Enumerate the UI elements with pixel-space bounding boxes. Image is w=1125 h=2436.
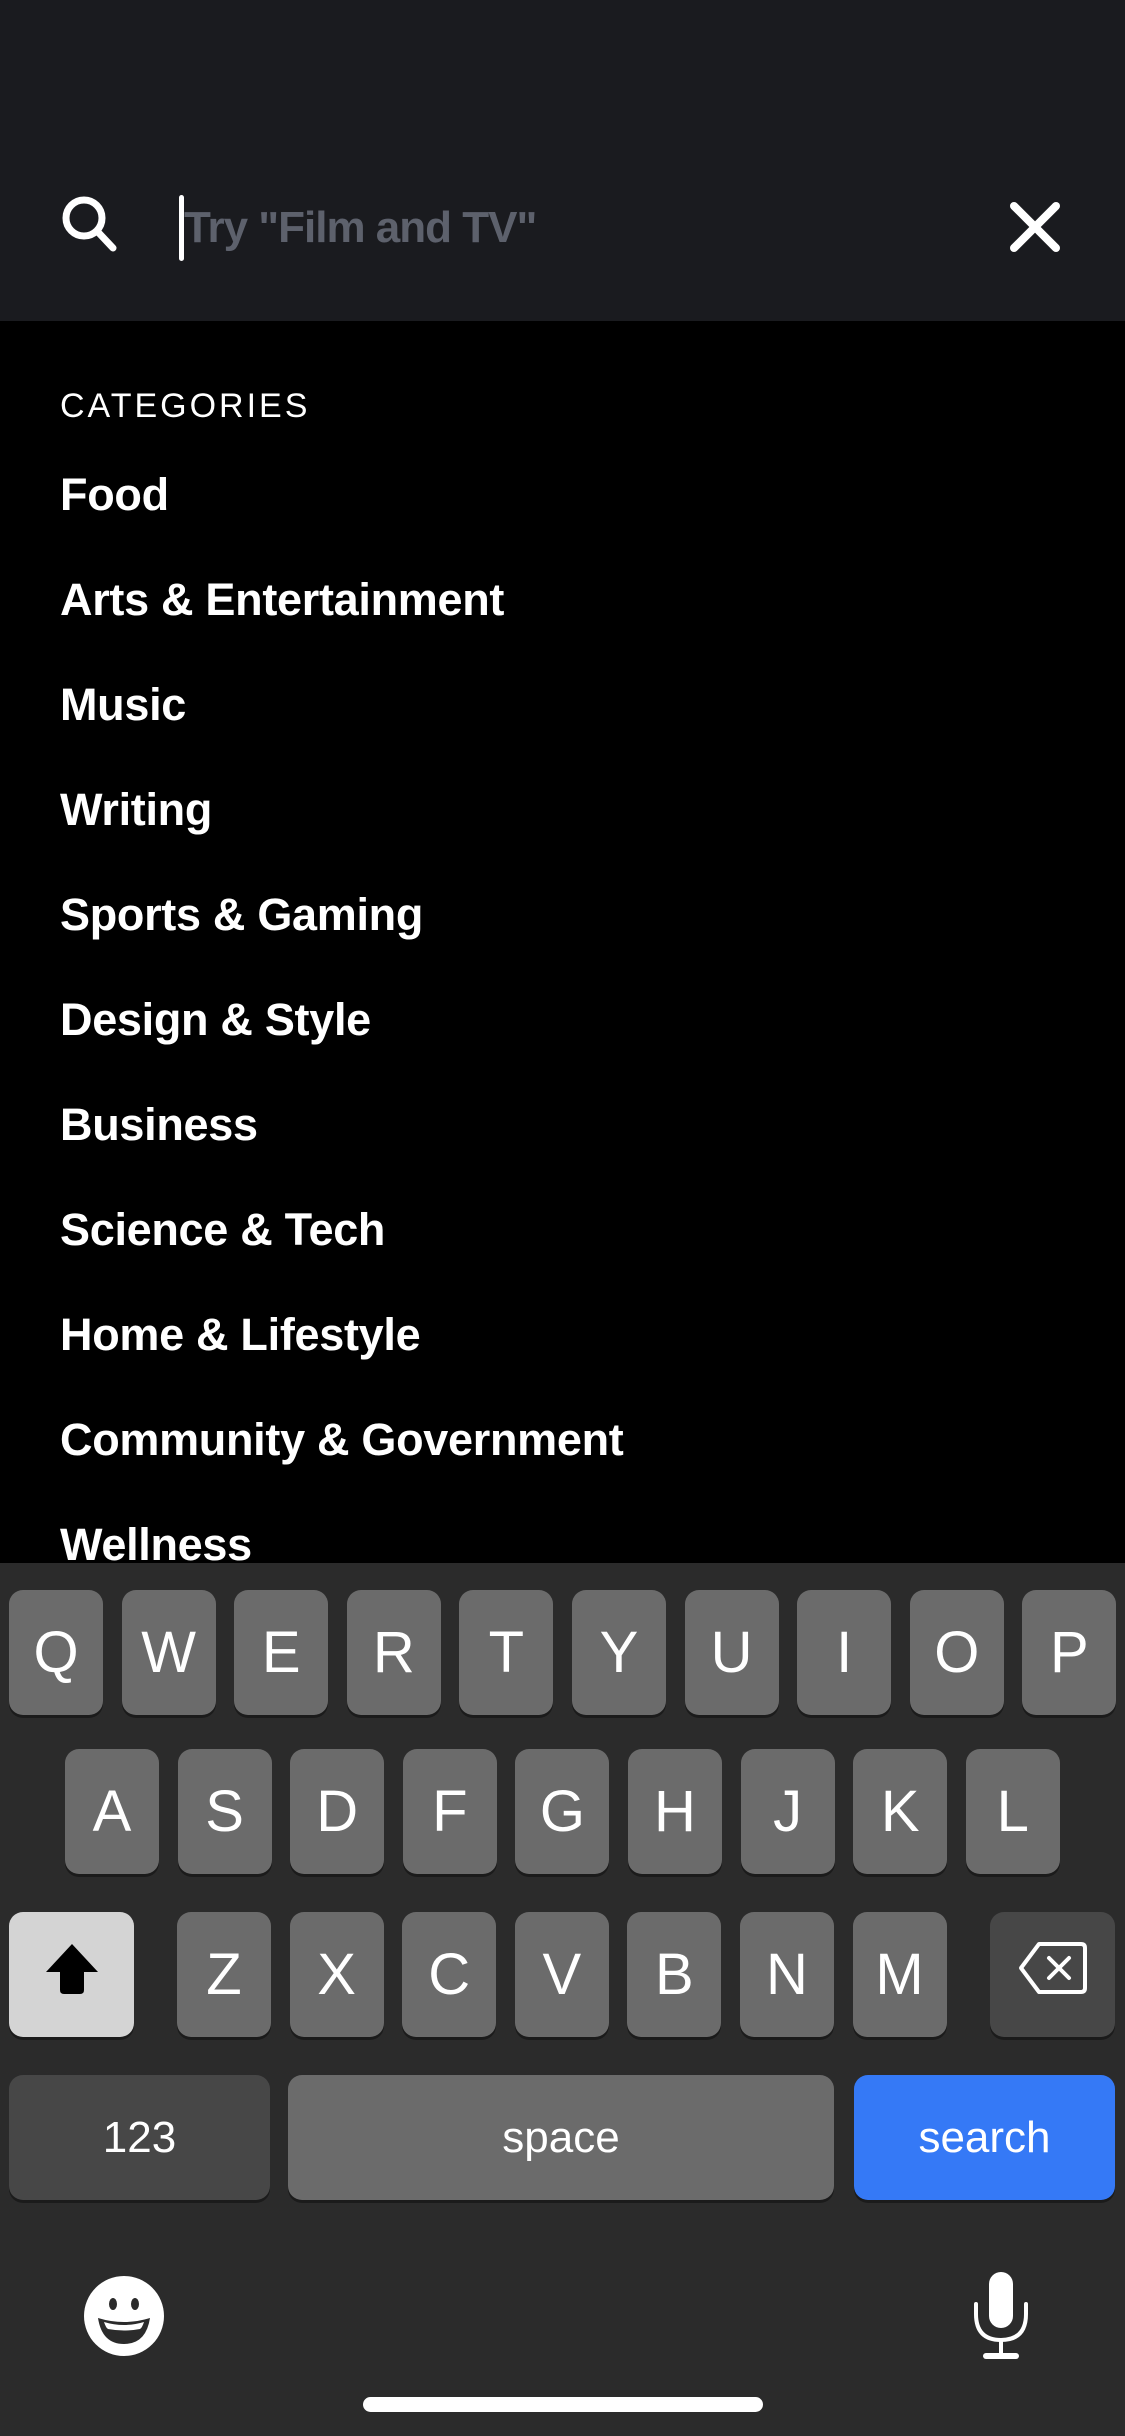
emoji-icon[interactable]	[80, 2272, 168, 2360]
key-j[interactable]: J	[740, 1749, 835, 1874]
category-item-writing[interactable]: Writing	[60, 780, 623, 885]
close-icon[interactable]	[1000, 192, 1070, 262]
key-e[interactable]: E	[234, 1590, 329, 1715]
key-q[interactable]: Q	[9, 1590, 103, 1715]
key-b[interactable]: B	[627, 1912, 722, 2037]
shift-arrow-icon	[42, 1940, 102, 2010]
microphone-icon[interactable]	[966, 2270, 1036, 2362]
category-item-sports-gaming[interactable]: Sports & Gaming	[60, 885, 623, 990]
key-v[interactable]: V	[514, 1912, 609, 2037]
category-item-arts-entertainment[interactable]: Arts & Entertainment	[60, 570, 623, 675]
key-n[interactable]: N	[740, 1912, 834, 2037]
key-f[interactable]: F	[402, 1749, 497, 1874]
key-g[interactable]: G	[515, 1749, 610, 1874]
shift-key[interactable]	[9, 1912, 134, 2037]
key-d[interactable]: D	[290, 1749, 385, 1874]
categories-heading: CATEGORIES	[60, 387, 311, 425]
category-item-music[interactable]: Music	[60, 675, 623, 780]
key-s[interactable]: S	[177, 1749, 272, 1874]
key-l[interactable]: L	[965, 1749, 1060, 1874]
key-h[interactable]: H	[628, 1749, 722, 1874]
category-item-business[interactable]: Business	[60, 1095, 623, 1200]
home-indicator	[363, 2397, 763, 2412]
backspace-key[interactable]	[990, 1912, 1115, 2037]
key-o[interactable]: O	[909, 1590, 1004, 1715]
key-k[interactable]: K	[853, 1749, 948, 1874]
key-c[interactable]: C	[402, 1912, 497, 2037]
key-m[interactable]: M	[852, 1912, 947, 2037]
backspace-icon	[1017, 1940, 1089, 2010]
key-p[interactable]: P	[1022, 1590, 1117, 1715]
category-item-design-style[interactable]: Design & Style	[60, 990, 623, 1095]
key-r[interactable]: R	[346, 1590, 441, 1715]
key-u[interactable]: U	[684, 1590, 779, 1715]
search-icon	[58, 192, 122, 256]
category-item-home-lifestyle[interactable]: Home & Lifestyle	[60, 1305, 623, 1410]
key-y[interactable]: Y	[572, 1590, 666, 1715]
category-item-food[interactable]: Food	[60, 465, 623, 570]
category-item-science-tech[interactable]: Science & Tech	[60, 1200, 623, 1305]
space-key[interactable]: space	[288, 2075, 834, 2200]
key-i[interactable]: I	[797, 1590, 892, 1715]
search-input[interactable]	[184, 190, 964, 266]
numbers-key[interactable]: 123	[9, 2075, 270, 2200]
search-key[interactable]: search	[854, 2075, 1115, 2200]
category-item-community-government[interactable]: Community & Government	[60, 1410, 624, 1515]
key-x[interactable]: X	[289, 1912, 384, 2037]
key-t[interactable]: T	[459, 1590, 554, 1715]
key-w[interactable]: W	[121, 1590, 216, 1715]
search-header	[0, 0, 1125, 321]
key-a[interactable]: A	[65, 1749, 159, 1874]
category-list: Food Arts & Entertainment Music Writing …	[60, 465, 624, 1620]
key-z[interactable]: Z	[177, 1912, 271, 2037]
